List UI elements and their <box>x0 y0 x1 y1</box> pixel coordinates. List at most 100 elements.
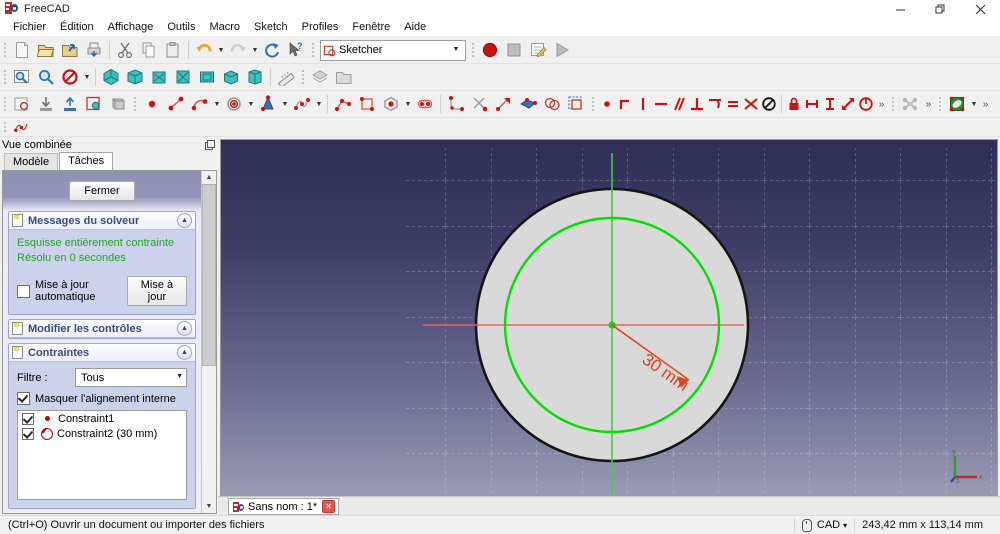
redo-dropdown-arrow[interactable]: ▼ <box>250 38 260 62</box>
cut-icon[interactable] <box>113 38 137 62</box>
paste-icon[interactable] <box>161 38 185 62</box>
polygon-dropdown-arrow[interactable]: ▼ <box>403 92 413 116</box>
view-sketch-icon[interactable] <box>82 92 106 116</box>
sketcher-visual-overflow[interactable]: » <box>979 99 992 110</box>
scrollbar-track[interactable] <box>202 184 216 500</box>
constraints-list[interactable]: Constraint1 Constraint2 (30 mm) <box>17 410 187 500</box>
carbon-copy-icon[interactable] <box>540 92 564 116</box>
toolbar-grip[interactable] <box>132 95 138 113</box>
slot-icon[interactable] <box>413 92 437 116</box>
update-button[interactable]: Mise à jour <box>126 276 187 306</box>
view-section-icon[interactable] <box>106 92 130 116</box>
top-view-icon[interactable] <box>147 65 171 89</box>
conic-dropdown-arrow[interactable]: ▼ <box>280 92 290 116</box>
sketch-canvas[interactable]: 30 mm <box>221 140 998 496</box>
workbench-selector[interactable]: Sketcher ▼ <box>320 39 466 61</box>
edit-controls-header[interactable]: Modifier les contrôles ▲ <box>9 320 195 338</box>
right-view-icon[interactable] <box>171 65 195 89</box>
menu-fenetre[interactable]: Fenêtre <box>345 19 397 35</box>
menu-outils[interactable]: Outils <box>160 19 202 35</box>
navigation-style-cell[interactable]: CAD ▾ <box>793 518 854 532</box>
whats-this-icon[interactable]: ? <box>284 38 308 62</box>
zoom-box-icon[interactable] <box>34 65 58 89</box>
restore-button[interactable] <box>920 0 960 18</box>
bottom-view-icon[interactable] <box>219 65 243 89</box>
constraint-vertical-distance-icon[interactable] <box>821 92 839 116</box>
toolbar-grip[interactable] <box>2 95 8 113</box>
constraint1-checkbox[interactable] <box>22 412 34 425</box>
undo-icon[interactable] <box>192 38 216 62</box>
arc-dropdown-arrow[interactable]: ▼ <box>212 92 222 116</box>
bspline-icon[interactable] <box>290 92 314 116</box>
tab-modele[interactable]: Modèle <box>4 153 59 170</box>
bspline-dropdown-arrow[interactable]: ▼ <box>314 92 324 116</box>
collapse-chevron-icon[interactable]: ▲ <box>177 213 192 228</box>
constraint-symmetric-icon[interactable] <box>742 92 760 116</box>
copy-icon[interactable] <box>137 38 161 62</box>
collapse-chevron-icon[interactable]: ▲ <box>177 321 192 336</box>
close-sketch-button[interactable]: Fermer <box>69 181 135 201</box>
hide-internal-alignment-checkbox[interactable] <box>17 392 30 405</box>
folder-icon[interactable] <box>332 65 356 89</box>
constraint-toolbar-overflow[interactable]: » <box>875 99 888 110</box>
list-item[interactable]: Constraint2 (30 mm) <box>18 426 186 441</box>
menu-fichier[interactable]: Fichier <box>6 19 53 35</box>
list-item[interactable]: Constraint1 <box>18 411 186 426</box>
constraints-header[interactable]: Contraintes ▲ <box>9 344 195 362</box>
sketcher-tools-overflow[interactable]: » <box>922 99 935 110</box>
toolbar-grip[interactable] <box>310 41 316 59</box>
macro-stop-icon[interactable] <box>502 38 526 62</box>
constraint-lock-icon[interactable] <box>785 92 803 116</box>
menu-aide[interactable]: Aide <box>397 19 433 35</box>
circle-icon[interactable] <box>222 92 246 116</box>
constraint-horizontal-icon[interactable] <box>652 92 670 116</box>
toolbar-grip[interactable] <box>937 95 943 113</box>
macro-record-icon[interactable] <box>478 38 502 62</box>
workbench-dropdown-arrow[interactable]: ▼ <box>449 41 463 58</box>
rear-view-icon[interactable] <box>195 65 219 89</box>
auto-update-checkbox[interactable] <box>17 284 30 298</box>
constraint-point-on-object-icon[interactable] <box>616 92 634 116</box>
constraint-coincident-icon[interactable] <box>598 92 616 116</box>
scrollbar-thumb[interactable] <box>202 184 216 366</box>
conic-icon[interactable] <box>256 92 280 116</box>
sketcher-visual-dropdown-arrow[interactable]: ▼ <box>969 92 979 116</box>
constraint2-checkbox[interactable] <box>22 427 34 440</box>
arc-icon[interactable] <box>188 92 212 116</box>
draw-style-icon[interactable] <box>58 65 82 89</box>
leave-sketch-icon[interactable] <box>58 92 82 116</box>
constraint-distance-icon[interactable] <box>839 92 857 116</box>
menu-sketch[interactable]: Sketch <box>247 19 295 35</box>
edit-sketch-icon[interactable] <box>34 92 58 116</box>
redo-icon[interactable] <box>226 38 250 62</box>
extend-icon[interactable] <box>492 92 516 116</box>
tab-taches[interactable]: Tâches <box>59 152 114 170</box>
scroll-up-arrow[interactable]: ▲ <box>202 171 216 184</box>
menu-macro[interactable]: Macro <box>202 19 247 35</box>
scroll-down-arrow[interactable]: ▼ <box>202 500 216 513</box>
macro-execute-icon[interactable] <box>550 38 574 62</box>
toolbar-grip[interactable] <box>2 68 8 86</box>
axonometric-view-icon[interactable] <box>99 65 123 89</box>
undock-icon[interactable] <box>204 140 215 150</box>
refresh-icon[interactable] <box>260 38 284 62</box>
new-document-icon[interactable] <box>10 38 34 62</box>
clone-icon[interactable] <box>564 92 588 116</box>
point-icon[interactable] <box>140 92 164 116</box>
sketcher-visual-icon[interactable] <box>945 92 969 116</box>
fillet-icon[interactable] <box>444 92 468 116</box>
line-icon[interactable] <box>164 92 188 116</box>
constraint-perpendicular-icon[interactable] <box>688 92 706 116</box>
toolbar-grip[interactable] <box>590 95 596 113</box>
draw-style-dropdown-arrow[interactable]: ▼ <box>82 65 92 89</box>
menu-affichage[interactable]: Affichage <box>101 19 161 35</box>
create-sketch-icon[interactable] <box>10 92 34 116</box>
circle-dropdown-arrow[interactable]: ▼ <box>246 92 256 116</box>
constraint-filter-select[interactable]: Tous ▼ <box>75 368 187 387</box>
constraint-vertical-icon[interactable] <box>634 92 652 116</box>
polyline-icon[interactable] <box>331 92 355 116</box>
toolbar-grip[interactable] <box>470 41 476 59</box>
sketcher-bspline-extra-icon[interactable] <box>10 119 30 135</box>
left-view-icon[interactable] <box>243 65 267 89</box>
toolbar-grip[interactable] <box>300 68 306 86</box>
